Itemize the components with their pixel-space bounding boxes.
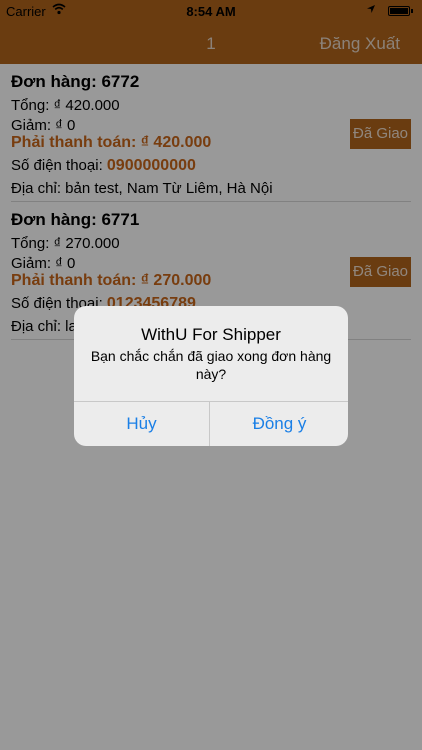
- confirm-button[interactable]: Đồng ý: [211, 402, 348, 446]
- dialog-title: WithU For Shipper: [141, 325, 281, 344]
- confirm-dialog: WithU For Shipper Bạn chắc chắn đã giao …: [74, 306, 348, 446]
- dialog-actions: Hủy Đồng ý: [74, 401, 348, 446]
- cancel-button[interactable]: Hủy: [74, 402, 210, 446]
- dialog-message: Bạn chắc chắn đã giao xong đơn hàng này?: [90, 348, 332, 382]
